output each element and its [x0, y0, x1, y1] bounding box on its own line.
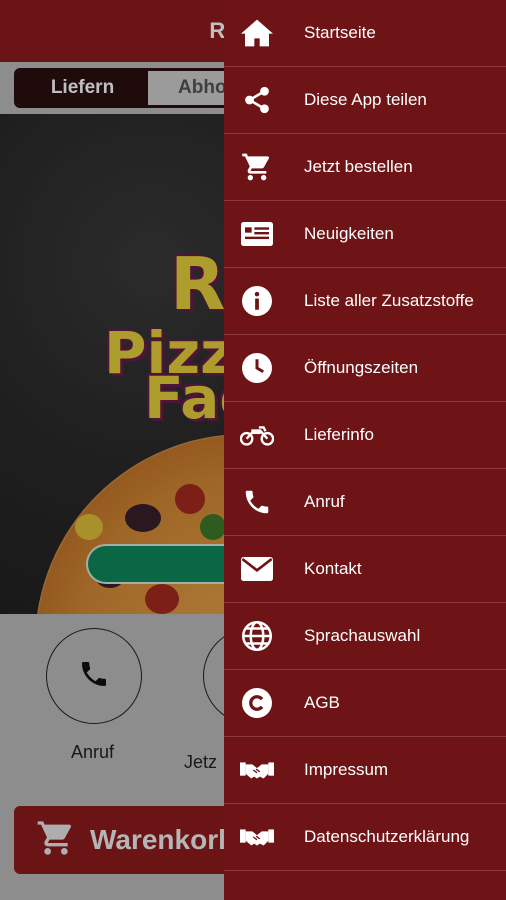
mail-icon	[240, 552, 274, 586]
home-icon	[240, 16, 274, 50]
menu-item-startseite[interactable]: Startseite	[224, 0, 506, 67]
navigation-drawer: Startseite Diese App teilen Jetzt bestel…	[224, 0, 506, 900]
menu-item-news[interactable]: Neuigkeiten	[224, 201, 506, 268]
menu-item-label: Öffnungszeiten	[304, 358, 419, 377]
menu-item-imprint[interactable]: Impressum	[224, 737, 506, 804]
menu-item-label: Startseite	[304, 23, 376, 42]
news-icon	[240, 217, 274, 251]
menu-item-label: Datenschutzerklärung	[304, 827, 470, 846]
clock-icon	[240, 351, 274, 385]
menu-item-label: Lieferinfo	[304, 425, 374, 444]
menu-item-label: AGB	[304, 693, 340, 712]
menu-item-label: Neuigkeiten	[304, 224, 394, 243]
handshake-icon	[240, 753, 274, 787]
menu-item-agb[interactable]: AGB	[224, 670, 506, 737]
copyright-icon	[240, 686, 274, 720]
info-icon	[240, 284, 274, 318]
globe-icon	[240, 619, 274, 653]
menu-item-label: Liste aller Zusatzstoffe	[304, 291, 474, 310]
menu-item-language[interactable]: Sprachauswahl	[224, 603, 506, 670]
motorcycle-icon	[240, 418, 274, 452]
menu-item-call[interactable]: Anruf	[224, 469, 506, 536]
menu-item-label: Sprachauswahl	[304, 626, 421, 645]
phone-icon	[240, 485, 274, 519]
menu-item-delivery-info[interactable]: Lieferinfo	[224, 402, 506, 469]
menu-item-order-now[interactable]: Jetzt bestellen	[224, 134, 506, 201]
handshake-icon	[240, 820, 274, 854]
menu-item-opening-hours[interactable]: Öffnungszeiten	[224, 335, 506, 402]
menu-item-label: Anruf	[304, 492, 345, 511]
menu-item-label: Kontakt	[304, 559, 362, 578]
share-icon	[240, 83, 274, 117]
menu-item-contact[interactable]: Kontakt	[224, 536, 506, 603]
menu-item-share-app[interactable]: Diese App teilen	[224, 67, 506, 134]
menu-item-label: Diese App teilen	[304, 90, 427, 109]
menu-item-additives[interactable]: Liste aller Zusatzstoffe	[224, 268, 506, 335]
menu-item-privacy[interactable]: Datenschutzerklärung	[224, 804, 506, 871]
cart-icon	[240, 150, 274, 184]
menu-item-label: Impressum	[304, 760, 389, 779]
menu-item-label: Jetzt bestellen	[304, 157, 413, 176]
menu-item-partial[interactable]	[224, 871, 506, 900]
